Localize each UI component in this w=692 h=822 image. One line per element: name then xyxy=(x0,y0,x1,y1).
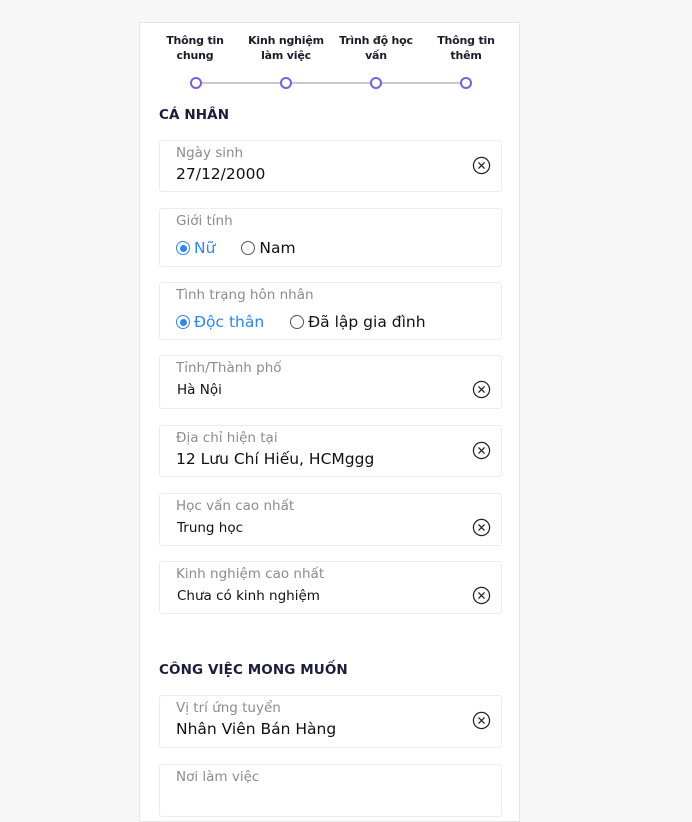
marital-option-single-label: Độc thân xyxy=(194,313,265,331)
position-label: Vị trí ứng tuyển xyxy=(176,700,281,716)
clear-position-icon[interactable] xyxy=(472,711,491,730)
city-value[interactable]: Hà Nội xyxy=(177,382,222,398)
step-label-experience[interactable]: Kinh nghiệm làm việc xyxy=(241,33,331,63)
marital-option-married-label: Đã lập gia đình xyxy=(308,313,426,331)
workplace-field[interactable]: Nơi làm việc xyxy=(159,764,502,817)
position-value[interactable]: Nhân Viên Bán Hàng xyxy=(176,720,336,738)
city-label: Tỉnh/Thành phố xyxy=(176,360,282,376)
marital-option-single[interactable]: Độc thân xyxy=(176,313,264,331)
experience-value[interactable]: Chưa có kinh nghiệm xyxy=(177,588,320,604)
education-label: Học vấn cao nhất xyxy=(176,498,295,514)
step-dot-general[interactable] xyxy=(190,77,202,89)
step-label-extra[interactable]: Thông tin thêm xyxy=(421,33,511,63)
birth-date-field[interactable]: Ngày sinh 27/12/2000 xyxy=(159,140,502,192)
address-field[interactable]: Địa chỉ hiện tại 12 Lưu Chí Hiếu, HCMggg xyxy=(159,425,502,477)
gender-field: Giới tính Nữ Nam xyxy=(159,208,502,267)
clear-birth-date-icon[interactable] xyxy=(472,156,491,175)
gender-radio-group: Nữ Nam xyxy=(176,239,296,257)
step-label-general[interactable]: Thông tin chung xyxy=(150,33,240,63)
form-panel: Thông tin chung Kinh nghiệm làm việc Trì… xyxy=(139,22,520,822)
experience-field[interactable]: Kinh nghiệm cao nhất Chưa có kinh nghiệm xyxy=(159,561,502,614)
radio-checked-icon[interactable] xyxy=(176,315,190,329)
step-dot-education[interactable] xyxy=(370,77,382,89)
address-label: Địa chỉ hiện tại xyxy=(176,430,278,446)
birth-date-value[interactable]: 27/12/2000 xyxy=(176,165,265,183)
clear-education-icon[interactable] xyxy=(472,518,491,537)
step-dot-experience[interactable] xyxy=(280,77,292,89)
step-label-education[interactable]: Trình độ học vấn xyxy=(331,33,421,63)
section-title-desired-job: CÔNG VIỆC MONG MUỐN xyxy=(159,662,348,678)
education-value[interactable]: Trung học xyxy=(177,520,243,536)
position-field[interactable]: Vị trí ứng tuyển Nhân Viên Bán Hàng xyxy=(159,695,502,748)
stepper: Thông tin chung Kinh nghiệm làm việc Trì… xyxy=(140,23,521,103)
marital-status-label: Tình trạng hôn nhân xyxy=(176,287,314,303)
marital-option-married[interactable]: Đã lập gia đình xyxy=(290,313,426,331)
radio-unchecked-icon[interactable] xyxy=(241,241,256,255)
gender-option-female-label: Nữ xyxy=(194,239,216,257)
gender-option-male-label: Nam xyxy=(259,239,296,257)
workplace-label: Nơi làm việc xyxy=(176,769,260,785)
gender-option-female[interactable]: Nữ xyxy=(176,239,215,257)
clear-city-icon[interactable] xyxy=(472,380,491,399)
stepper-line xyxy=(196,82,466,84)
address-value[interactable]: 12 Lưu Chí Hiếu, HCMggg xyxy=(176,450,374,468)
experience-label: Kinh nghiệm cao nhất xyxy=(176,566,325,582)
birth-date-label: Ngày sinh xyxy=(176,145,244,161)
marital-status-field: Tình trạng hôn nhân Độc thân Đã lập gia … xyxy=(159,282,502,340)
radio-checked-icon[interactable] xyxy=(176,241,190,255)
radio-unchecked-icon[interactable] xyxy=(290,315,305,329)
education-field[interactable]: Học vấn cao nhất Trung học xyxy=(159,493,502,546)
gender-label: Giới tính xyxy=(176,213,233,229)
clear-address-icon[interactable] xyxy=(472,441,491,460)
city-field[interactable]: Tỉnh/Thành phố Hà Nội xyxy=(159,355,502,409)
gender-option-male[interactable]: Nam xyxy=(241,239,296,257)
section-title-personal: CÁ NHÂN xyxy=(159,107,230,123)
clear-experience-icon[interactable] xyxy=(472,586,491,605)
step-dot-extra[interactable] xyxy=(460,77,472,89)
marital-radio-group: Độc thân Đã lập gia đình xyxy=(176,313,426,331)
